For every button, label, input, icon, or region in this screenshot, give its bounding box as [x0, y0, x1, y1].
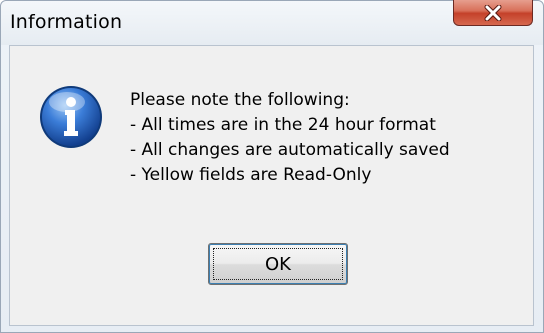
close-icon — [484, 5, 502, 21]
message-line: - All times are in the 24 hour format — [130, 115, 436, 135]
message-line: - Yellow fields are Read-Only — [130, 165, 372, 185]
dialog-body: Please note the following: - All times a… — [9, 45, 534, 326]
title-bar[interactable]: Information — [1, 0, 543, 45]
message-line: Please note the following: — [130, 90, 350, 110]
ok-button-label: OK — [265, 253, 291, 275]
message-text: Please note the following: - All times a… — [130, 88, 530, 188]
dialog-title: Information — [10, 11, 123, 33]
close-button[interactable] — [453, 0, 533, 26]
message-line: - All changes are automatically saved — [130, 140, 450, 160]
info-icon — [40, 86, 102, 148]
ok-button[interactable]: OK — [208, 243, 348, 285]
information-dialog: Information Please note the following: -… — [0, 0, 544, 333]
